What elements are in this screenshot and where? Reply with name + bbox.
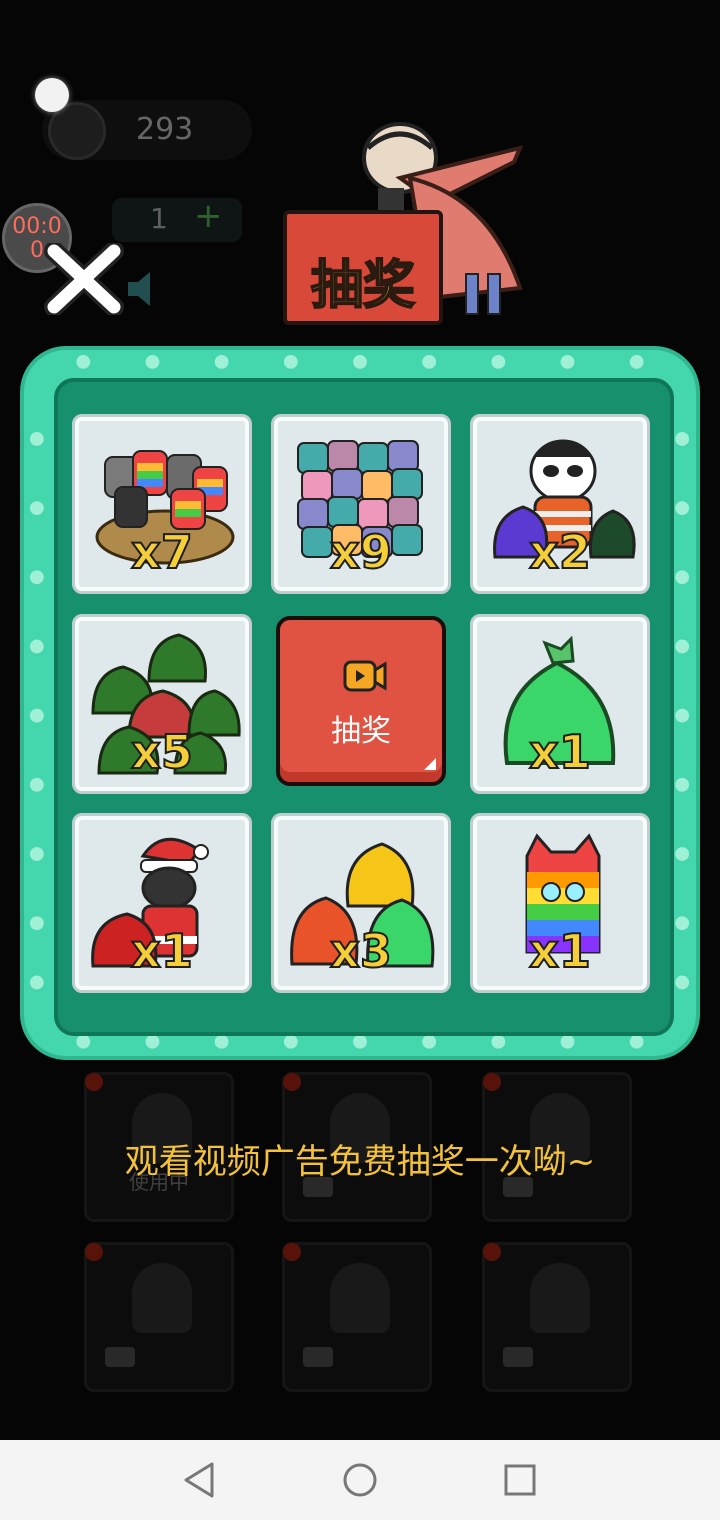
prize-slot[interactable]: x9 bbox=[271, 414, 451, 594]
coin-value: 293 bbox=[136, 112, 194, 147]
background-character-card bbox=[482, 1242, 632, 1392]
prize-count: x2 bbox=[528, 524, 592, 580]
prize-count: x9 bbox=[329, 524, 393, 580]
level-value: 1 bbox=[150, 202, 168, 235]
prize-slot[interactable]: x5 bbox=[72, 614, 252, 794]
prize-count: x1 bbox=[130, 923, 194, 979]
speaker-icon bbox=[128, 272, 150, 306]
character-silhouette bbox=[330, 1263, 390, 1333]
video-icon bbox=[105, 1347, 135, 1367]
prize-count: x5 bbox=[130, 724, 194, 780]
floating-dot[interactable] bbox=[35, 78, 69, 112]
background-character-card bbox=[282, 1242, 432, 1392]
prize-slot[interactable]: x7 bbox=[72, 414, 252, 594]
background-character-card bbox=[84, 1242, 234, 1392]
page-title: 抽奖 bbox=[310, 255, 416, 317]
character-silhouette bbox=[530, 1263, 590, 1333]
recent-apps-icon[interactable] bbox=[498, 1458, 542, 1502]
badge-dot bbox=[483, 1243, 501, 1261]
add-level-button: + bbox=[194, 196, 223, 236]
badge-dot bbox=[85, 1243, 103, 1261]
prize-slot[interactable]: x1 bbox=[470, 614, 650, 794]
prize-slot[interactable]: x2 bbox=[470, 414, 650, 594]
character-silhouette bbox=[132, 1263, 192, 1333]
badge-dot bbox=[85, 1073, 103, 1091]
video-icon bbox=[503, 1347, 533, 1367]
draw-label: 抽奖 bbox=[331, 714, 391, 749]
prize-count: x1 bbox=[528, 724, 592, 780]
video-icon bbox=[343, 660, 387, 692]
hint-text: 观看视频广告免费抽奖一次呦~ bbox=[124, 1142, 596, 1182]
badge-dot bbox=[483, 1073, 501, 1091]
badge-dot bbox=[283, 1073, 301, 1091]
level-panel bbox=[112, 198, 242, 242]
home-icon[interactable] bbox=[338, 1458, 382, 1502]
prize-slot[interactable]: x1 bbox=[470, 813, 650, 993]
prize-count: x7 bbox=[130, 524, 194, 580]
prize-slot[interactable]: x1 bbox=[72, 813, 252, 993]
close-button[interactable] bbox=[44, 243, 124, 315]
prize-count: x1 bbox=[528, 923, 592, 979]
game-screen: 293 1 + 使用中 抽奖 00:0 0 x7 x9 x2 x5 抽奖 x1 … bbox=[0, 0, 720, 1440]
video-icon bbox=[303, 1347, 333, 1367]
back-icon[interactable] bbox=[178, 1458, 222, 1502]
corner-mark bbox=[424, 758, 436, 770]
badge-dot bbox=[283, 1243, 301, 1261]
draw-button[interactable]: 抽奖 bbox=[276, 616, 446, 786]
prize-count: x3 bbox=[329, 923, 393, 979]
prize-slot[interactable]: x3 bbox=[271, 813, 451, 993]
system-navigation-bar bbox=[0, 1440, 720, 1520]
